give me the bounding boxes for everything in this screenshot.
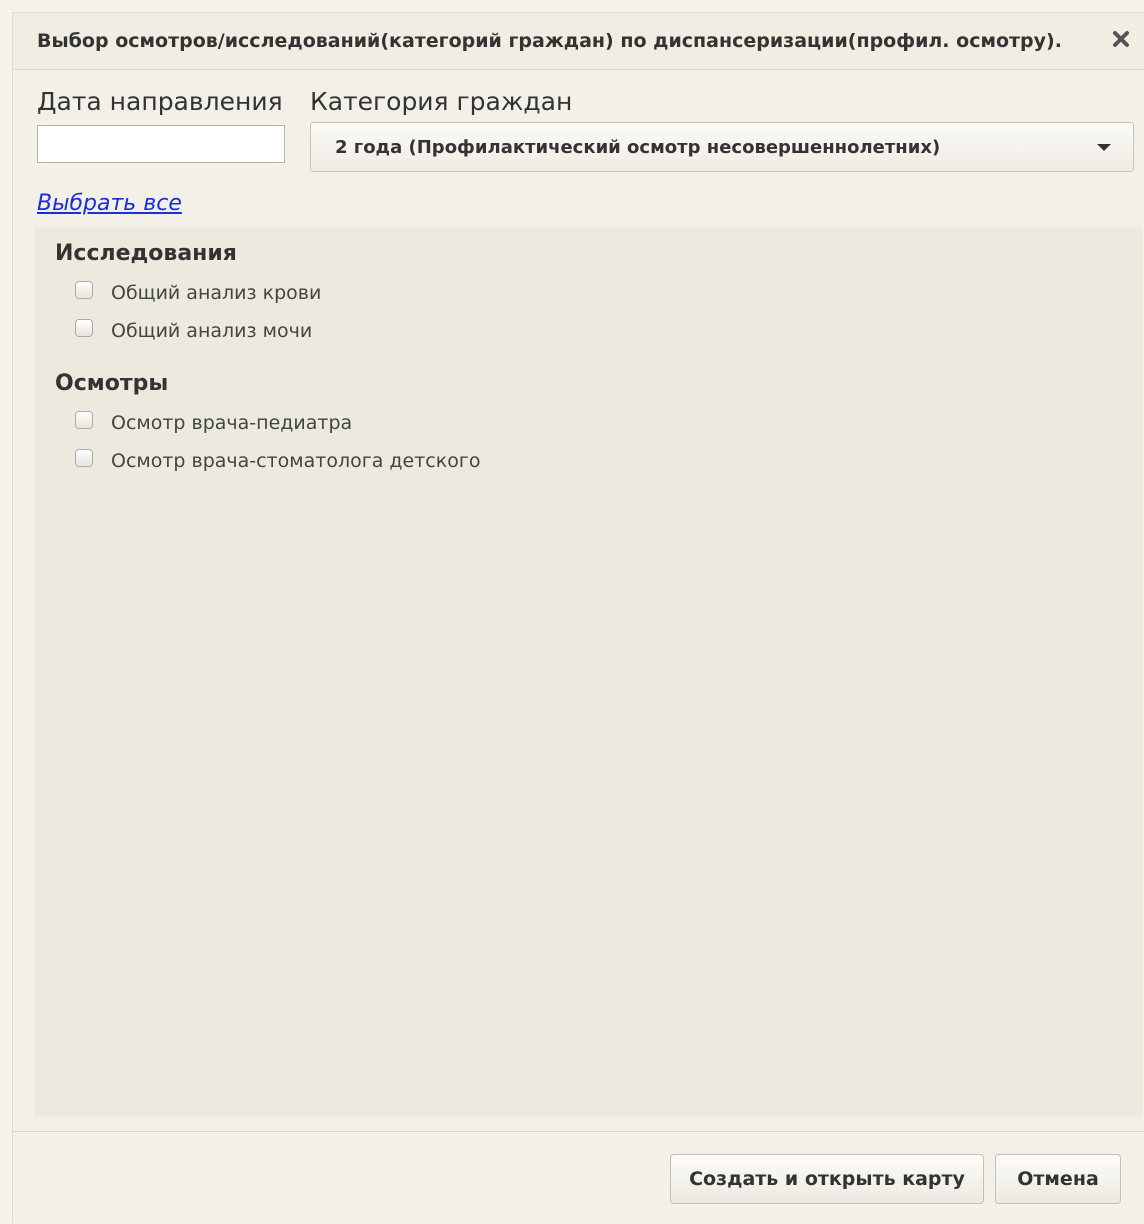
checkbox-label: Общий анализ мочи [111, 320, 313, 342]
category-label: Категория граждан [310, 87, 573, 116]
checkbox[interactable] [75, 281, 93, 299]
category-select[interactable]: 2 года (Профилактический осмотр несоверш… [310, 122, 1134, 172]
dialog-footer: Создать и открыть карту Отмена [13, 1131, 1144, 1224]
date-label: Дата направления [37, 87, 283, 116]
date-input[interactable] [37, 125, 285, 163]
selection-dialog: Выбор осмотров/исследований(категорий гр… [12, 12, 1144, 1223]
dialog-title: Выбор осмотров/исследований(категорий гр… [37, 30, 1062, 52]
checkbox-label: Общий анализ крови [111, 282, 322, 304]
checkbox[interactable] [75, 449, 93, 467]
checkbox[interactable] [75, 319, 93, 337]
chevron-down-icon [1097, 144, 1111, 151]
checkbox-label: Осмотр врача-педиатра [111, 412, 353, 434]
select-all-link[interactable]: Выбрать все [37, 191, 182, 216]
dialog-titlebar: Выбор осмотров/исследований(категорий гр… [13, 13, 1144, 70]
group-title-exams: Осмотры [55, 371, 169, 396]
checkbox-label: Осмотр врача-стоматолога детского [111, 450, 481, 472]
group-title-research: Исследования [55, 241, 237, 266]
items-panel: Исследования Общий анализ крови Общий ан… [35, 227, 1143, 1117]
category-select-value: 2 года (Профилактический осмотр несоверш… [335, 137, 941, 158]
checkbox[interactable] [75, 411, 93, 429]
close-icon[interactable] [1109, 27, 1133, 51]
close-icon-glyph [1113, 31, 1129, 47]
cancel-button[interactable]: Отмена [995, 1154, 1121, 1204]
create-and-open-card-button[interactable]: Создать и открыть карту [670, 1154, 984, 1204]
